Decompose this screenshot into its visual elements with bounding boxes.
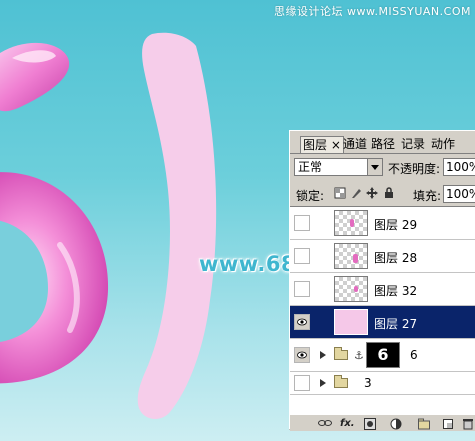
panel-tabs: 图层 × 通道 路径 记录 动作: [290, 136, 475, 153]
layer-name: 6: [410, 348, 418, 362]
tab-channels[interactable]: 通道: [341, 136, 369, 152]
tab-actions[interactable]: 动作: [429, 136, 457, 152]
layer-name: 图层 28: [374, 251, 418, 265]
visibility-toggle[interactable]: [294, 375, 310, 391]
layer-name: 图层 29: [374, 218, 418, 232]
layer-thumbnail: [334, 210, 368, 236]
blend-mode-value: 正常: [298, 160, 323, 174]
lock-transparency-icon[interactable]: [334, 187, 346, 199]
layer-thumbnail: [334, 309, 368, 335]
eye-icon: [297, 351, 307, 359]
opacity-input[interactable]: 100%: [443, 158, 475, 176]
tab-divider: [290, 153, 475, 154]
brush-icon[interactable]: [350, 187, 362, 199]
folder-icon: [334, 347, 348, 360]
new-layer-icon[interactable]: [442, 418, 454, 430]
folder-icon[interactable]: [418, 418, 430, 430]
layer-name: 图层 32: [374, 284, 418, 298]
layer-row-selected[interactable]: 图层 27: [290, 306, 475, 339]
blend-mode-select[interactable]: 正常: [294, 158, 383, 176]
pink-arc-shape: [137, 32, 217, 419]
visibility-toggle[interactable]: [294, 314, 310, 330]
lock-label: 锁定:: [296, 189, 325, 203]
layers-panel: 图层 × 通道 路径 记录 动作 正常 不透明度: 100% 锁定: 填充: 1…: [289, 130, 475, 431]
layer-thumbnail: [334, 276, 368, 302]
layer-name: 3: [364, 376, 372, 390]
layer-row[interactable]: 图层 28: [290, 240, 475, 273]
layer-row[interactable]: 图层 29: [290, 207, 475, 240]
fill-input[interactable]: 100%: [443, 185, 475, 203]
visibility-toggle[interactable]: [294, 215, 310, 231]
layer-row[interactable]: 图层 32: [290, 273, 475, 306]
move-icon[interactable]: [366, 187, 378, 199]
folder-icon: [334, 375, 348, 388]
chevron-down-icon[interactable]: [367, 159, 382, 175]
panel-bottom-toolbar: fx.: [290, 415, 475, 431]
link-icon[interactable]: ⚓: [354, 349, 364, 362]
document-canvas[interactable]: 思缘设计论坛 www.MISSYUAN.COM www.68ps.com 图层 …: [0, 0, 475, 441]
opacity-label: 不透明度:: [388, 162, 441, 176]
visibility-toggle[interactable]: [294, 347, 310, 363]
pink-ring-shape: [0, 172, 109, 384]
lock-icon[interactable]: [383, 187, 395, 199]
watermark-forum: 思缘设计论坛 www.MISSYUAN.COM: [273, 5, 471, 18]
layer-list: 图层 29 图层 28 图层 32 图层 27 ⚓ 6 6 3: [290, 206, 475, 416]
close-icon[interactable]: ×: [331, 138, 341, 152]
tab-layers[interactable]: 图层 ×: [300, 136, 344, 153]
visibility-toggle[interactable]: [294, 248, 310, 264]
layer-name: 图层 27: [374, 317, 418, 331]
link-icon[interactable]: [318, 418, 332, 430]
adjustment-icon[interactable]: [390, 418, 402, 430]
group-mask-thumbnail: 6: [366, 342, 400, 368]
eye-icon: [297, 318, 307, 326]
mask-icon[interactable]: [364, 418, 376, 430]
tab-history[interactable]: 记录: [399, 136, 427, 152]
trash-icon[interactable]: [462, 418, 474, 430]
fx-icon[interactable]: fx.: [340, 418, 355, 430]
tab-paths[interactable]: 路径: [369, 136, 397, 152]
group-row[interactable]: ⚓ 6 6: [290, 339, 475, 372]
expand-arrow-icon[interactable]: [320, 351, 326, 359]
expand-arrow-icon[interactable]: [320, 379, 326, 387]
layer-thumbnail: [334, 243, 368, 269]
group-row[interactable]: 3: [290, 372, 475, 395]
fill-label: 填充:: [413, 189, 442, 203]
visibility-toggle[interactable]: [294, 281, 310, 297]
